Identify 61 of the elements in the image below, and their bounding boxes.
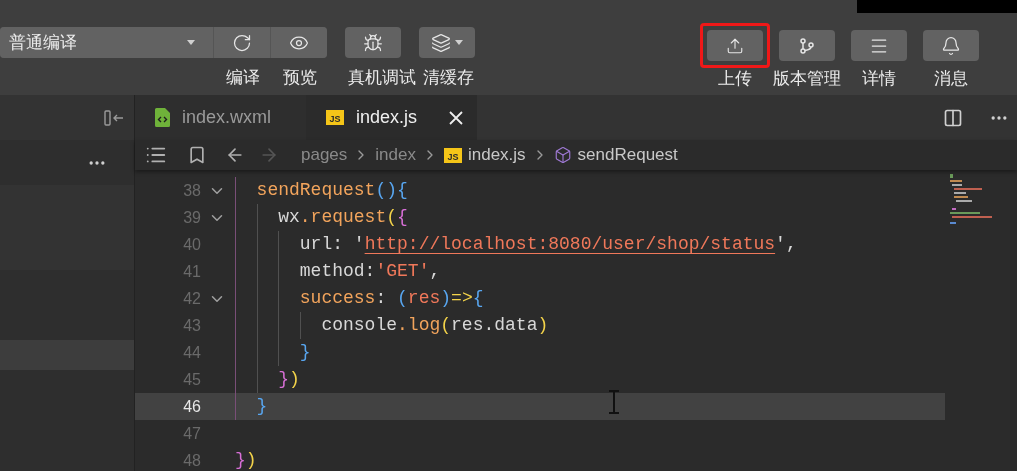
- bell-button[interactable]: [922, 30, 979, 61]
- bell-icon: [940, 35, 961, 56]
- toolbar-label: 上传: [717, 68, 752, 90]
- editor-tab[interactable]: index.wxml: [135, 95, 306, 140]
- upload-icon: [725, 36, 744, 55]
- branch-icon: [797, 36, 816, 55]
- bug-button[interactable]: [345, 27, 401, 58]
- bug-icon: [363, 32, 383, 53]
- caret-icon: [455, 40, 463, 45]
- layers-icon: [431, 32, 451, 53]
- line-number: 44: [182, 342, 201, 363]
- js-file-icon: JS: [443, 147, 462, 163]
- line-number: 42: [182, 288, 201, 309]
- line-number: 39: [182, 207, 201, 228]
- code-line: method:'GET',: [298, 260, 441, 283]
- line-number: 47: [182, 423, 201, 444]
- code-line: console.log(res.data): [320, 314, 549, 337]
- breadcrumb-item[interactable]: sendRequest: [577, 142, 678, 168]
- toolbar-label: 清缓存: [421, 67, 475, 89]
- toolbar-label: 真机调试: [347, 67, 417, 89]
- code-line: }: [255, 395, 268, 418]
- editor-tab[interactable]: JS index.js: [306, 95, 477, 140]
- code-line: sendRequest(){: [255, 179, 408, 202]
- code-line: }: [298, 341, 311, 364]
- line-number: 38: [182, 180, 201, 201]
- line-number: 48: [182, 450, 201, 471]
- line-number: 40: [182, 234, 201, 255]
- js-file-icon: JS: [326, 110, 344, 125]
- line-number: 43: [182, 315, 201, 336]
- close-icon[interactable]: [449, 110, 463, 125]
- caret-icon: [187, 40, 195, 45]
- toolbar-label: 详情: [861, 68, 896, 90]
- breadcrumb-item[interactable]: index: [375, 142, 416, 168]
- toolbar-label: 编译: [224, 67, 261, 89]
- breadcrumb-item[interactable]: pages: [301, 142, 348, 168]
- upload-button[interactable]: [706, 30, 763, 61]
- refresh-button[interactable]: [214, 27, 270, 58]
- toolbar-label: 版本管理: [772, 68, 841, 90]
- branch-button[interactable]: [778, 30, 835, 61]
- wxml-file-icon: [155, 108, 170, 127]
- line-number: 46: [182, 396, 201, 417]
- toolbar-label: 消息: [933, 68, 968, 90]
- code-line: }): [277, 368, 300, 391]
- code-line: url: 'http://localhost:8080/user/shop/status',: [298, 233, 797, 256]
- cube-icon: [553, 146, 572, 164]
- layers-button[interactable]: [419, 27, 475, 58]
- collapse-panel-icon[interactable]: [104, 109, 124, 126]
- compile-mode-select[interactable]: 普通编译: [0, 27, 213, 58]
- text-cursor-icon: [607, 390, 621, 414]
- line-number: 41: [182, 261, 201, 282]
- bookmark-icon[interactable]: [187, 145, 207, 165]
- split-editor-icon[interactable]: [943, 107, 963, 128]
- refresh-icon: [232, 32, 252, 53]
- code-line: }): [235, 449, 257, 471]
- code-line: wx.request({: [277, 206, 408, 229]
- eye-button[interactable]: [271, 27, 327, 58]
- menu-button[interactable]: [850, 30, 907, 61]
- code-line: success: (res)=>{: [298, 287, 484, 310]
- toolbar-label: 预览: [281, 67, 318, 89]
- line-number: 45: [182, 369, 201, 390]
- breadcrumb-item[interactable]: index.js: [467, 142, 526, 168]
